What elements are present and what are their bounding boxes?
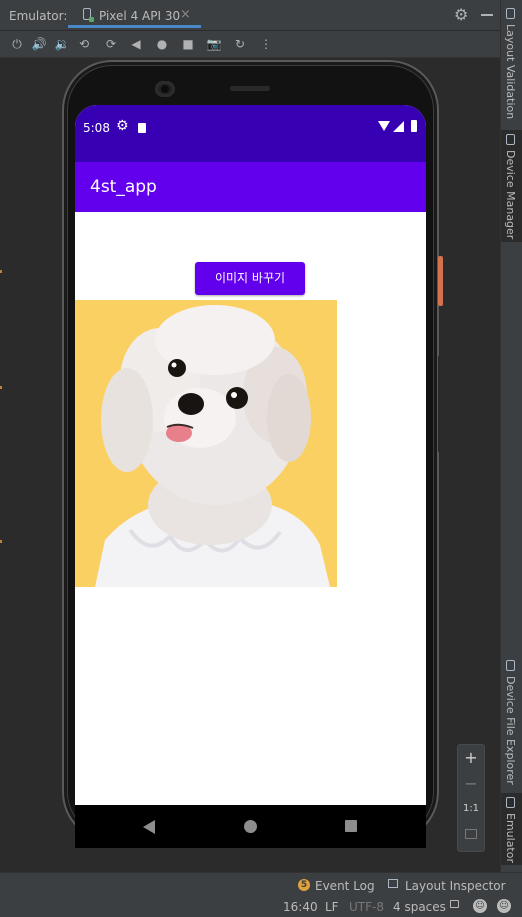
power-icon[interactable]: ⏻ — [9, 36, 25, 52]
screenshot-icon[interactable]: 📷 — [206, 36, 222, 52]
gutter-mark — [0, 540, 2, 543]
more-icon[interactable]: ⋮ — [258, 36, 274, 52]
zoom-fit-icon[interactable] — [465, 829, 477, 839]
home-icon[interactable]: ● — [154, 36, 170, 52]
zoom-panel: + − 1:1 — [457, 744, 485, 852]
rotate-left-icon[interactable]: ⟲ — [76, 36, 92, 52]
device-phone-icon — [83, 8, 94, 22]
file-encoding[interactable]: UTF-8 — [349, 900, 384, 914]
change-image-button[interactable]: 이미지 바꾸기 — [195, 262, 305, 295]
layout-inspector-icon — [388, 879, 398, 888]
wifi-icon — [378, 121, 390, 131]
minimize-icon[interactable] — [481, 14, 493, 16]
device-file-explorer-tab[interactable]: Device File Explorer — [501, 656, 522, 785]
app-title: 4st_app — [90, 177, 157, 197]
device-manager-label: Device Manager — [504, 150, 517, 240]
caret-position[interactable]: 16:40 — [283, 900, 318, 914]
indent-setting[interactable]: 4 spaces — [393, 900, 446, 914]
emulator-icon — [506, 797, 515, 808]
gutter-mark — [0, 386, 2, 389]
power-key[interactable] — [438, 256, 443, 306]
zoom-out-button[interactable]: − — [458, 774, 484, 793]
battery-icon — [411, 120, 417, 132]
ide-status-bar: 5 Event Log Layout Inspector 16:40 LF UT… — [0, 872, 522, 917]
feedback-icon[interactable]: ☺ — [473, 899, 487, 913]
settings-icon: ⚙ — [116, 118, 129, 134]
device-tab-label: Pixel 4 API 30 — [99, 9, 181, 23]
notifications-icon[interactable]: ☺ — [497, 899, 511, 913]
line-separator[interactable]: LF — [325, 900, 339, 914]
device-tab[interactable]: Pixel 4 API 30 × — [68, 0, 201, 28]
volume-up-icon[interactable]: 🔊 — [31, 36, 47, 52]
android-nav-bar — [75, 805, 426, 848]
device-manager-tab[interactable]: Device Manager — [501, 130, 522, 242]
layout-validation-tab[interactable]: Layout Validation — [501, 4, 522, 124]
nav-recents-icon[interactable] — [345, 820, 357, 832]
tool-window-title: Emulator: — [9, 9, 68, 23]
emulator-tab[interactable]: Emulator — [501, 793, 522, 865]
signal-icon — [393, 121, 404, 132]
volume-key[interactable] — [438, 356, 441, 452]
emulator-tool-window-header: Emulator: Pixel 4 API 30 × ⚙ — [0, 0, 501, 31]
gutter-mark — [0, 270, 2, 273]
layout-inspector-link[interactable]: Layout Inspector — [405, 879, 506, 893]
event-log-link[interactable]: Event Log — [315, 879, 375, 893]
android-status-bar: 5:08 ⚙ — [75, 105, 426, 162]
overview-icon[interactable]: ■ — [180, 36, 196, 52]
emulator-label: Emulator — [504, 813, 517, 863]
sd-card-icon — [138, 123, 146, 133]
close-tab-icon[interactable]: × — [180, 7, 191, 22]
app-bar: 4st_app — [75, 162, 426, 212]
front-camera-icon — [155, 81, 175, 97]
dog-image — [75, 300, 337, 587]
zoom-1-1-button[interactable]: 1:1 — [458, 803, 484, 814]
layout-validation-icon — [506, 8, 515, 19]
snapshot-icon[interactable]: ↻ — [232, 36, 248, 52]
rotate-right-icon[interactable]: ⟳ — [103, 36, 119, 52]
layout-validation-label: Layout Validation — [504, 24, 517, 120]
earpiece-speaker — [230, 86, 270, 91]
device-manager-icon — [506, 134, 515, 145]
right-tool-strip: Layout Validation Device Manager Device … — [500, 0, 522, 872]
device-file-explorer-icon — [506, 660, 515, 671]
volume-down-icon[interactable]: 🔉 — [54, 36, 70, 52]
lock-icon[interactable] — [450, 900, 459, 908]
back-icon[interactable]: ◀ — [128, 36, 144, 52]
zoom-in-button[interactable]: + — [458, 748, 484, 767]
device-file-explorer-label: Device File Explorer — [504, 676, 517, 785]
nav-home-icon[interactable] — [244, 820, 257, 833]
status-time: 5:08 — [83, 121, 110, 135]
event-log-count-badge: 5 — [298, 879, 310, 891]
gear-icon[interactable]: ⚙ — [454, 5, 468, 24]
emulator-toolbar: ⏻ 🔊 🔉 ⟲ ⟳ ◀ ● ■ 📷 ↻ ⋮ — [0, 31, 501, 58]
nav-back-icon[interactable] — [143, 820, 155, 834]
device-screen[interactable]: 5:08 ⚙ 4st_app 이미지 바꾸기 — [75, 105, 426, 848]
